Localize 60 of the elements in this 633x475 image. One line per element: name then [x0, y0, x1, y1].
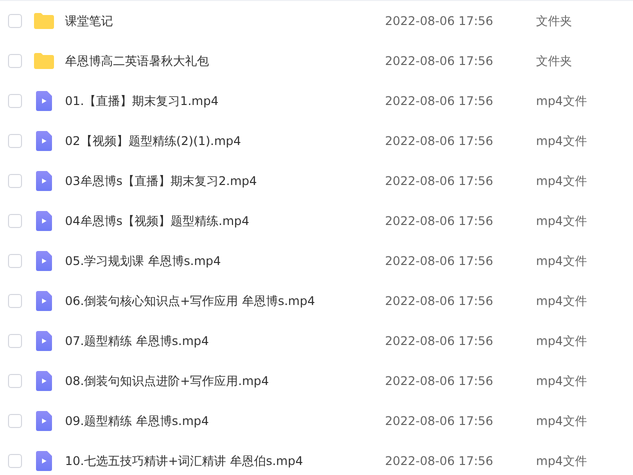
- file-type: 文件夹: [536, 12, 572, 30]
- checkbox[interactable]: [8, 214, 22, 228]
- file-name[interactable]: 03牟恩博s【直播】期末复习2.mp4: [65, 172, 385, 190]
- file-name[interactable]: 01.【直播】期末复习1.mp4: [65, 92, 385, 110]
- checkbox[interactable]: [8, 374, 22, 388]
- checkbox[interactable]: [8, 334, 22, 348]
- file-type: mp4文件: [536, 172, 587, 190]
- modified-date: 2022-08-06 17:56: [385, 334, 494, 348]
- file-type: mp4文件: [536, 132, 587, 150]
- modified-date: 2022-08-06 17:56: [385, 294, 494, 308]
- file-name[interactable]: 06.倒装句核心知识点+写作应用 牟恩博s.mp4: [65, 292, 385, 310]
- checkbox[interactable]: [8, 254, 22, 268]
- folder-icon: [34, 13, 54, 29]
- file-type: mp4文件: [536, 252, 587, 270]
- modified-date: 2022-08-06 17:56: [385, 254, 494, 268]
- file-type: mp4文件: [536, 92, 587, 110]
- modified-date: 2022-08-06 17:56: [385, 174, 494, 188]
- file-name[interactable]: 牟恩博高二英语暑秋大礼包: [65, 52, 385, 70]
- file-type: mp4文件: [536, 292, 587, 310]
- file-name[interactable]: 07.题型精练 牟恩博s.mp4: [65, 332, 385, 350]
- modified-date: 2022-08-06 17:56: [385, 134, 494, 148]
- file-type: mp4文件: [536, 452, 587, 470]
- file-type: mp4文件: [536, 412, 587, 430]
- checkbox[interactable]: [8, 14, 22, 28]
- modified-date: 2022-08-06 17:56: [385, 214, 494, 228]
- file-name[interactable]: 05.学习规划课 牟恩博s.mp4: [65, 252, 385, 270]
- file-name[interactable]: 10.七选五技巧精讲+词汇精讲 牟恩伯s.mp4: [65, 452, 385, 470]
- checkbox[interactable]: [8, 54, 22, 68]
- modified-date: 2022-08-06 17:56: [385, 94, 494, 108]
- checkbox[interactable]: [8, 294, 22, 308]
- file-type: mp4文件: [536, 332, 587, 350]
- file-type: mp4文件: [536, 372, 587, 390]
- modified-date: 2022-08-06 17:56: [385, 14, 494, 28]
- checkbox[interactable]: [8, 414, 22, 428]
- modified-date: 2022-08-06 17:56: [385, 414, 494, 428]
- checkbox[interactable]: [8, 454, 22, 468]
- folder-icon: [34, 53, 54, 69]
- modified-date: 2022-08-06 17:56: [385, 54, 494, 68]
- video-file-icon: [36, 331, 52, 351]
- video-file-icon: [36, 451, 52, 471]
- video-file-icon: [36, 91, 52, 111]
- video-file-icon: [36, 291, 52, 311]
- file-name[interactable]: 课堂笔记: [65, 12, 385, 30]
- file-type: mp4文件: [536, 212, 587, 230]
- file-type: 文件夹: [536, 52, 572, 70]
- modified-date: 2022-08-06 17:56: [385, 374, 494, 388]
- checkbox[interactable]: [8, 174, 22, 188]
- modified-date: 2022-08-06 17:56: [385, 454, 494, 468]
- video-file-icon: [36, 411, 52, 431]
- video-file-icon: [36, 171, 52, 191]
- file-name[interactable]: 08.倒装句知识点进阶+写作应用.mp4: [65, 372, 385, 390]
- file-name[interactable]: 09.题型精练 牟恩博s.mp4: [65, 412, 385, 430]
- file-name[interactable]: 04牟恩博s【视频】题型精练.mp4: [65, 212, 385, 230]
- video-file-icon: [36, 251, 52, 271]
- file-name[interactable]: 02【视频】题型精练(2)(1).mp4: [65, 132, 385, 150]
- video-file-icon: [36, 371, 52, 391]
- checkbox[interactable]: [8, 94, 22, 108]
- checkbox[interactable]: [8, 134, 22, 148]
- video-file-icon: [36, 211, 52, 231]
- video-file-icon: [36, 131, 52, 151]
